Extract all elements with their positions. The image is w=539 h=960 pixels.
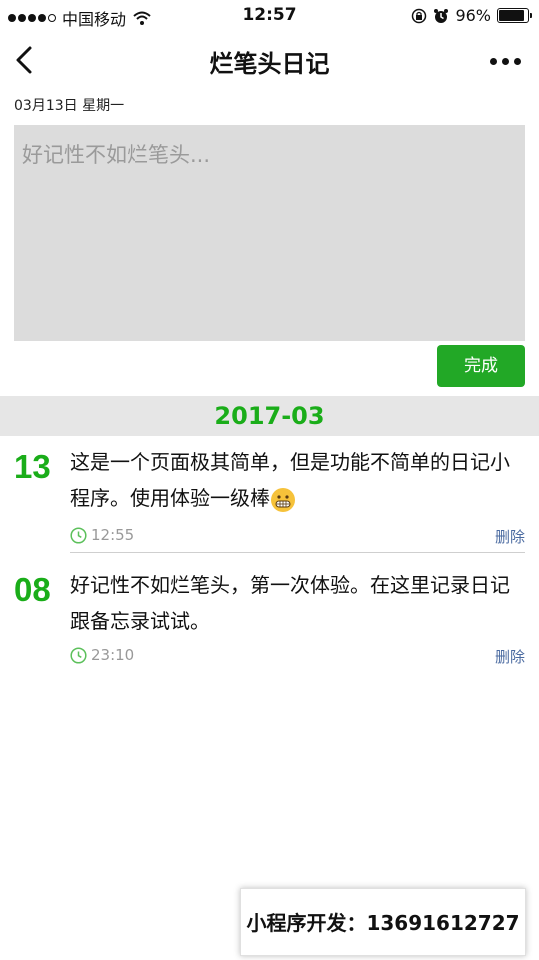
entry-time-text: 12:55 <box>91 526 135 544</box>
battery-percent: 96% <box>455 6 491 25</box>
battery-fill <box>499 10 524 21</box>
entry-day: 13 <box>14 448 51 485</box>
current-date: 03月13日 星期一 <box>14 98 125 114</box>
delete-button[interactable]: 删除 <box>495 646 525 667</box>
page-title: 烂笔头日记 <box>209 50 330 78</box>
more-dot-icon <box>490 58 497 65</box>
rotation-lock-icon <box>412 8 427 23</box>
grimacing-emoji-icon <box>271 487 295 512</box>
entry-divider <box>70 552 525 553</box>
nav-bar: 烂笔头日记 <box>0 32 539 88</box>
status-right: 96% <box>411 6 532 25</box>
status-bar: 中国移动 12:57 96% <box>0 0 539 32</box>
alarm-icon <box>434 8 449 23</box>
more-dot-icon <box>514 58 521 65</box>
battery-icon <box>497 8 532 23</box>
clock-icon <box>70 646 87 664</box>
diary-textarea[interactable]: 好记性不如烂笔头... <box>14 125 525 341</box>
entry-time-text: 23:10 <box>91 646 135 664</box>
entry-text: 好记性不如烂笔头，第一次体验。在这里记录日记跟备忘录试试。 <box>70 573 510 633</box>
delete-button[interactable]: 删除 <box>495 526 525 547</box>
textarea-placeholder: 好记性不如烂笔头... <box>22 143 211 167</box>
promo-banner: 小程序开发：13691612727 <box>240 888 526 956</box>
month-header: 2017-03 <box>0 396 539 436</box>
entry-time: 12:55 <box>70 526 134 544</box>
entry-day: 08 <box>14 571 51 608</box>
entry-text: 这是一个页面极其简单，但是功能不简单的日记小程序。使用体验一级棒 <box>70 444 520 516</box>
done-button[interactable]: 完成 <box>437 345 525 387</box>
more-dot-icon <box>502 58 509 65</box>
entry-time: 23:10 <box>70 646 134 664</box>
clock-icon <box>70 526 87 544</box>
more-options-button[interactable] <box>490 58 521 65</box>
